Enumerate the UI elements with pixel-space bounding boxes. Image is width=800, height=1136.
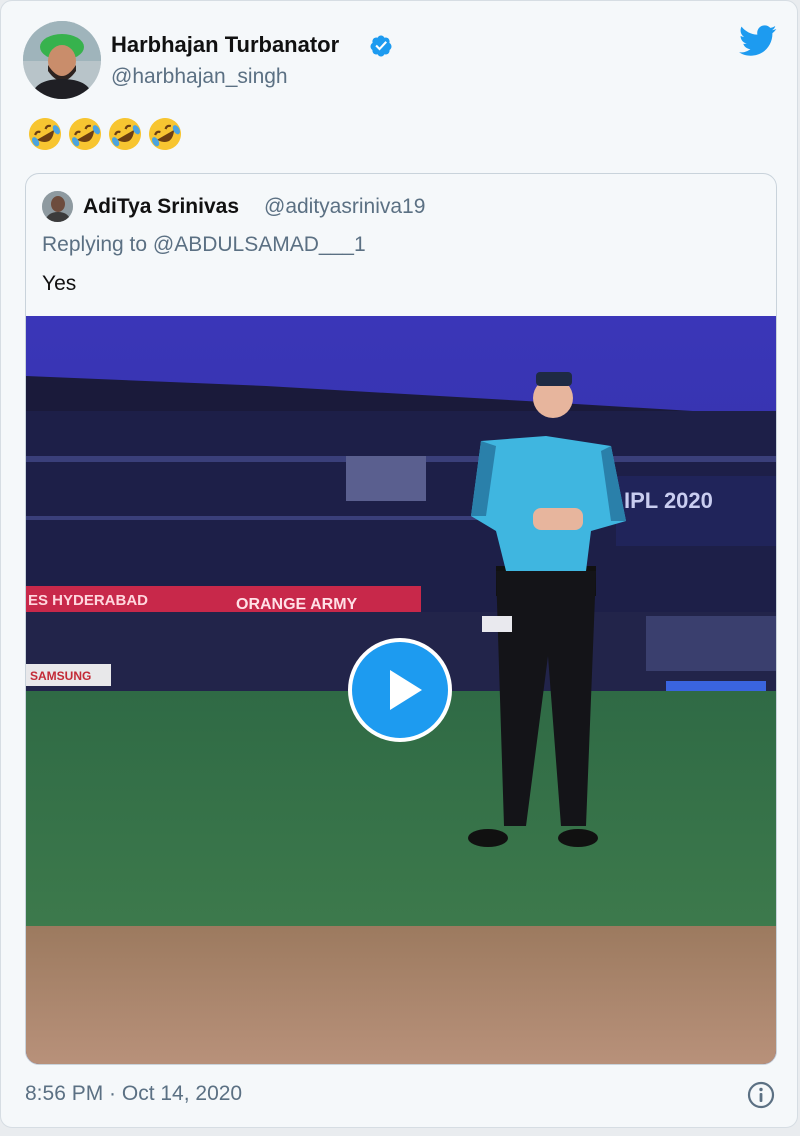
- rofl-emoji: [69, 118, 101, 150]
- video-player[interactable]: IPL 2020 ES HYDERABAD ORANGE ARMY SAMSUN…: [26, 316, 776, 1064]
- author-handle[interactable]: @harbhajan_singh: [111, 65, 288, 89]
- tweet-text: [27, 116, 183, 152]
- author-avatar[interactable]: [23, 21, 101, 99]
- rofl-emoji: [149, 118, 181, 150]
- rofl-emoji: [29, 118, 61, 150]
- rofl-emoji: [109, 118, 141, 150]
- play-icon: [390, 670, 422, 710]
- scoreboard-text: IPL 2020: [624, 488, 713, 513]
- sign-text: SAMSUNG: [30, 669, 91, 683]
- quoted-author-handle[interactable]: @adityasriniva19: [264, 195, 425, 219]
- quoted-tweet-text: Yes: [42, 272, 77, 295]
- banner-right-text: ORANGE ARMY: [236, 596, 358, 613]
- author-name[interactable]: Harbhajan Turbanator: [111, 32, 339, 58]
- play-button[interactable]: [348, 638, 452, 742]
- tweet-card[interactable]: Harbhajan Turbanator @harbhajan_singh Ad…: [0, 0, 798, 1128]
- quoted-tweet[interactable]: AdiTya Srinivas @adityasriniva19 Replyin…: [25, 173, 777, 1065]
- quoted-author-name[interactable]: AdiTya Srinivas: [83, 195, 239, 219]
- twitter-bird-icon[interactable]: [739, 25, 777, 57]
- banner-left-text: ES HYDERABAD: [28, 592, 148, 609]
- verified-icon: [370, 35, 392, 57]
- tweet-timestamp[interactable]: 8:56 PM · Oct 14, 2020: [25, 1082, 242, 1106]
- quoted-author-avatar[interactable]: [42, 191, 73, 222]
- replying-to-text[interactable]: Replying to @ABDULSAMAD___1: [42, 233, 366, 257]
- info-icon[interactable]: [747, 1081, 775, 1109]
